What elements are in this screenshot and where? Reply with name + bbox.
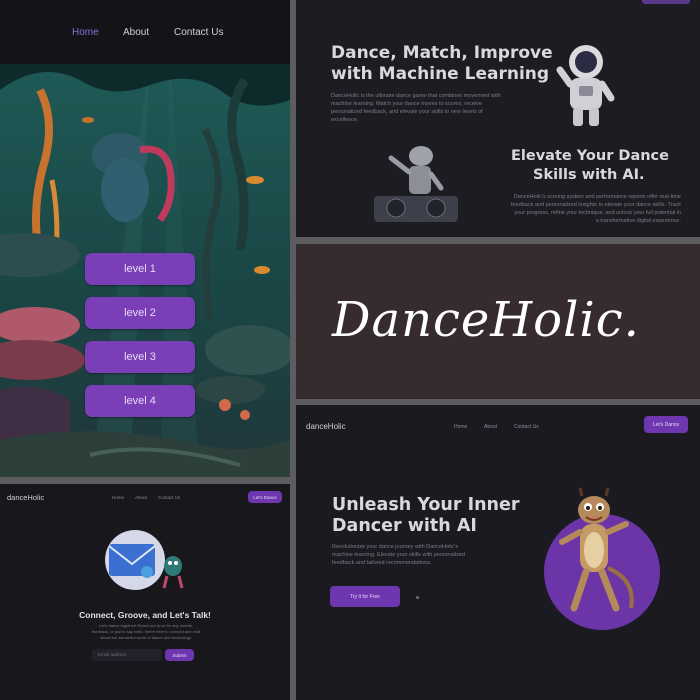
nav-home-link[interactable]: Home [72,27,99,38]
email-placeholder: Email address [98,652,127,657]
try-free-button[interactable]: Try it for Free [330,586,400,607]
brand-title-panel: DanceHolic. [296,244,700,399]
hero-cta-button[interactable]: Let's Dance [644,416,688,433]
hero-headline-line-1: Unleash Your Inner [332,495,520,515]
ai-headline-line-2: Skills with AI. [533,167,645,183]
contact-panel: danceHolic Home About Contact Us Let's D… [0,484,290,700]
contact-cta-button[interactable]: Let's Dance [248,491,282,503]
contact-body-text: Let's dance together! Reach out to us fo… [91,623,201,640]
contact-nav-about[interactable]: About [135,495,147,500]
contact-brand-logo[interactable]: danceHolic [7,493,44,502]
features-headline-line-2: with Machine Learning [331,64,550,84]
hero-panel: danceHolic Home About Contact Us Let's D… [296,405,700,700]
danceholic-logo-title: DanceHolic. [332,292,640,348]
hero-body-text: Revolutionize your dance journey with Da… [332,544,465,566]
level-3-button[interactable]: level 3 [85,341,195,373]
features-headline-line-1: Dance, Match, Improve [331,43,553,63]
game-level-panel: Home About Contact Us level 1 level 2 le… [0,0,290,477]
level-1-button[interactable]: level 1 [85,253,195,285]
level-4-button[interactable]: level 4 [85,385,195,417]
envelope-illustration [105,530,184,590]
contact-heading: Connect, Groove, and Let's Talk! [79,610,211,620]
features-panel: Dance, Match, Improve with Machine Learn… [296,0,700,237]
ai-headline-line-1: Elevate Your Dance [511,148,669,164]
level-2-button[interactable]: level 2 [85,297,195,329]
play-dot-icon[interactable] [416,596,419,599]
contact-nav-home[interactable]: Home [112,495,124,500]
hero-headline-line-2: Dancer with AI [332,516,477,536]
hero-nav-home[interactable]: Home [454,424,467,430]
astronaut-illustration [556,45,615,126]
ai-body-text: DanceHolic's scoring system and performa… [511,194,681,224]
hero-brand-logo[interactable]: danceHolic [306,422,346,431]
meerkat-character-illustration [544,487,660,630]
features-body-text: DanceHolic is the ultimate dance game th… [331,93,501,123]
contact-nav-contact[interactable]: Contact Us [158,495,180,500]
nav-about-link[interactable]: About [123,27,149,38]
game-navbar: Home About Contact Us [0,0,290,64]
hero-nav-about[interactable]: About [484,424,497,430]
cta-button-edge[interactable] [642,0,690,4]
hero-nav-contact[interactable]: Contact Us [514,424,539,430]
submit-button[interactable]: Submit [165,649,194,661]
nav-contact-link[interactable]: Contact Us [174,27,223,38]
email-input[interactable]: Email address [92,649,162,661]
dj-robot-illustration [374,146,458,222]
